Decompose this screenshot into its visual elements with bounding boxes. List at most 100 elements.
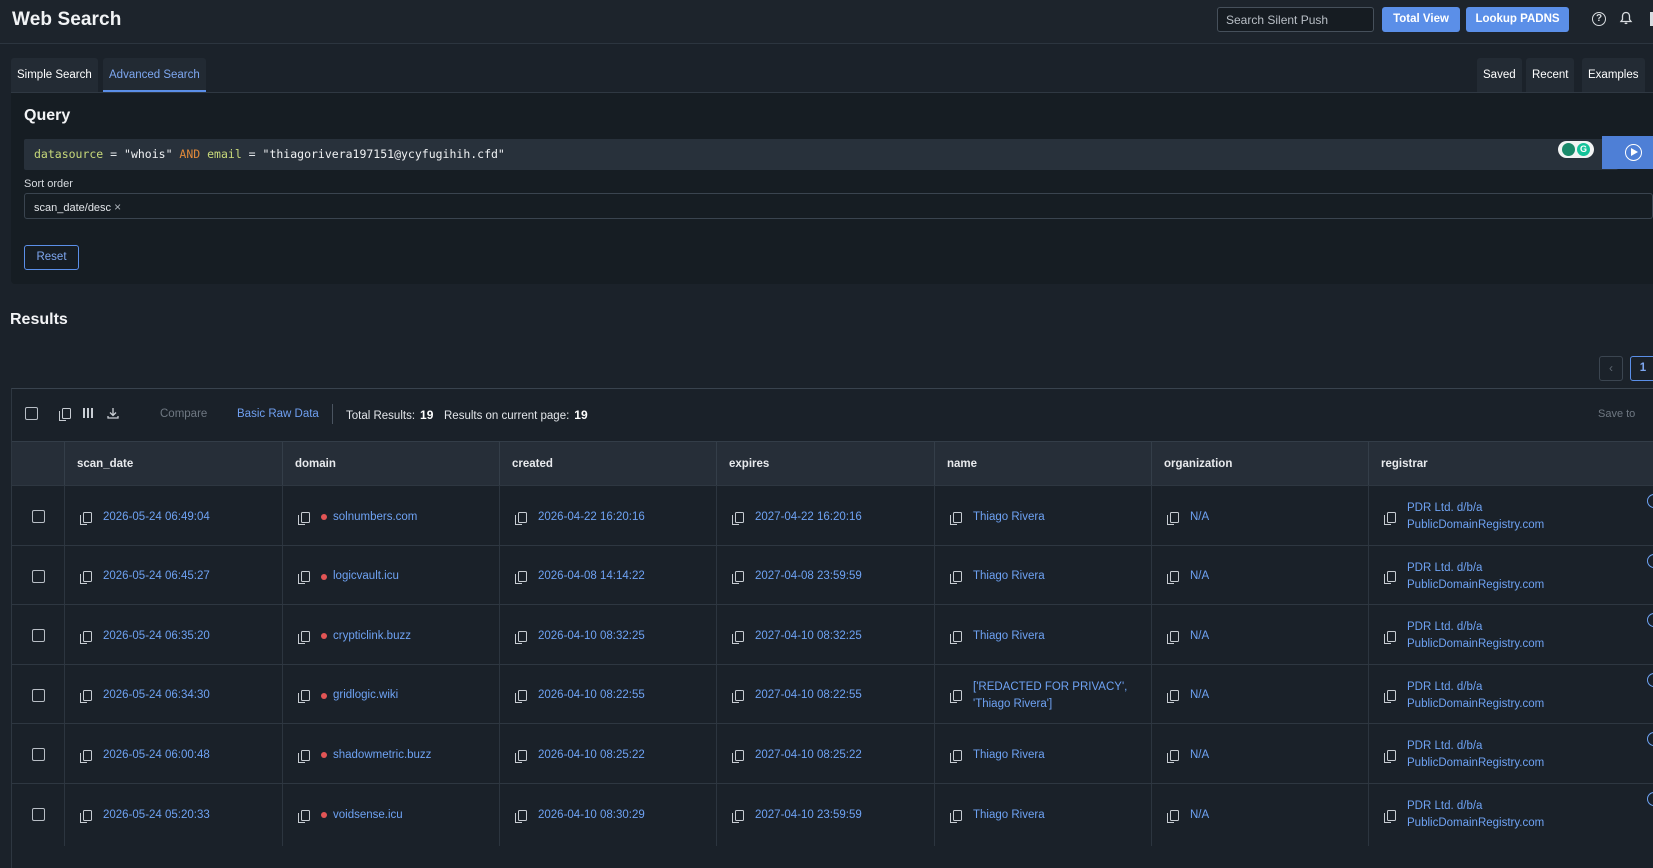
column-header-scan-date[interactable]: scan_date — [64, 442, 282, 486]
tab-examples[interactable]: Examples — [1582, 58, 1645, 92]
copy-icon[interactable] — [515, 690, 527, 704]
run-query-button[interactable] — [1602, 136, 1653, 169]
copy-icon[interactable] — [515, 571, 527, 585]
cell-value-organization[interactable]: N/A — [1190, 747, 1209, 764]
page-number-button[interactable]: 1 — [1630, 356, 1653, 381]
cell-value-created[interactable]: 2026-04-10 08:25:22 — [538, 747, 645, 764]
cell-value-scan-date[interactable]: 2026-05-24 06:49:04 — [103, 509, 210, 526]
total-view-button[interactable]: Total View — [1382, 7, 1460, 32]
cell-value-organization[interactable]: N/A — [1190, 628, 1209, 645]
cell-value-scan-date[interactable]: 2026-05-24 06:35:20 — [103, 628, 210, 645]
row-checkbox[interactable] — [32, 808, 45, 821]
select-all-checkbox[interactable] — [25, 407, 38, 420]
cell-value-registrar[interactable]: PDR Ltd. d/b/a PublicDomainRegistry.com — [1407, 679, 1544, 713]
copy-icon[interactable] — [80, 809, 92, 823]
cell-value-domain[interactable]: logicvault.icu — [333, 568, 399, 585]
tab-saved[interactable]: Saved — [1477, 58, 1522, 92]
tab-simple-search[interactable]: Simple Search — [11, 58, 98, 92]
copy-icon[interactable] — [950, 809, 962, 823]
copy-icon[interactable] — [1167, 690, 1179, 704]
copy-icon[interactable] — [80, 571, 92, 585]
cell-value-domain[interactable]: crypticlink.buzz — [333, 628, 411, 645]
cell-value-name[interactable]: Thiago Rivera — [973, 628, 1045, 645]
copy-icon[interactable] — [58, 407, 72, 421]
copy-icon[interactable] — [732, 809, 744, 823]
columns-icon[interactable] — [81, 407, 95, 421]
query-editor[interactable]: datasource = "whois" AND email = "thiago… — [24, 139, 1618, 170]
copy-icon[interactable] — [950, 571, 962, 585]
row-checkbox[interactable] — [32, 748, 45, 762]
download-icon[interactable] — [106, 407, 120, 421]
cell-value-expires[interactable]: 2027-04-22 16:20:16 — [755, 509, 862, 526]
close-icon[interactable]: × — [114, 200, 121, 214]
cell-value-scan-date[interactable]: 2026-05-24 06:45:27 — [103, 568, 210, 585]
cell-value-domain[interactable]: voidsense.icu — [333, 807, 403, 824]
cell-value-expires[interactable]: 2027-04-08 23:59:59 — [755, 568, 862, 585]
copy-icon[interactable] — [1384, 630, 1396, 644]
cell-value-created[interactable]: 2026-04-10 08:32:25 — [538, 628, 645, 645]
tab-recent[interactable]: Recent — [1526, 58, 1575, 92]
row-checkbox[interactable] — [32, 569, 45, 583]
tab-advanced-search[interactable]: Advanced Search — [103, 58, 206, 92]
copy-icon[interactable] — [1384, 809, 1396, 823]
copy-icon[interactable] — [515, 749, 527, 763]
copy-icon[interactable] — [298, 809, 310, 823]
copy-icon[interactable] — [298, 749, 310, 763]
copy-icon[interactable] — [80, 511, 92, 525]
cell-value-name[interactable]: ['REDACTED FOR PRIVACY', 'Thiago Rivera'] — [973, 679, 1127, 713]
cell-value-name[interactable]: Thiago Rivera — [973, 807, 1045, 824]
copy-icon[interactable] — [1384, 571, 1396, 585]
copy-icon[interactable] — [1167, 809, 1179, 823]
row-checkbox[interactable] — [32, 688, 45, 702]
cell-value-scan-date[interactable]: 2026-05-24 05:20:33 — [103, 807, 210, 824]
cell-value-registrar[interactable]: PDR Ltd. d/b/a PublicDomainRegistry.com — [1407, 798, 1544, 832]
copy-icon[interactable] — [515, 511, 527, 525]
cell-value-name[interactable]: Thiago Rivera — [973, 747, 1045, 764]
copy-icon[interactable] — [1167, 749, 1179, 763]
column-header-created[interactable]: created — [499, 442, 716, 486]
cell-value-created[interactable]: 2026-04-10 08:30:29 — [538, 807, 645, 824]
row-checkbox[interactable] — [32, 510, 45, 523]
cell-value-scan-date[interactable]: 2026-05-24 06:34:30 — [103, 687, 210, 704]
copy-icon[interactable] — [80, 690, 92, 704]
cell-value-registrar[interactable]: PDR Ltd. d/b/a PublicDomainRegistry.com — [1407, 500, 1544, 534]
column-header-expires[interactable]: expires — [716, 442, 934, 486]
compare-button[interactable]: Compare — [160, 408, 207, 420]
cell-value-scan-date[interactable]: 2026-05-24 06:00:48 — [103, 747, 210, 764]
copy-icon[interactable] — [80, 749, 92, 763]
sort-order-input[interactable]: scan_date/desc × — [24, 193, 1653, 219]
cell-value-registrar[interactable]: PDR Ltd. d/b/a PublicDomainRegistry.com — [1407, 738, 1544, 772]
row-action-icon[interactable] — [1647, 672, 1653, 687]
cell-value-created[interactable]: 2026-04-10 08:22:55 — [538, 687, 645, 704]
save-to-dropdown[interactable]: Save to — [1598, 408, 1635, 420]
column-header-name[interactable]: name — [934, 442, 1151, 486]
cell-value-expires[interactable]: 2027-04-10 23:59:59 — [755, 807, 862, 824]
copy-icon[interactable] — [1167, 511, 1179, 525]
cell-value-organization[interactable]: N/A — [1190, 687, 1209, 704]
copy-icon[interactable] — [515, 809, 527, 823]
copy-icon[interactable] — [1384, 511, 1396, 525]
copy-icon[interactable] — [515, 630, 527, 644]
cell-value-name[interactable]: Thiago Rivera — [973, 509, 1045, 526]
cell-value-created[interactable]: 2026-04-08 14:14:22 — [538, 568, 645, 585]
row-checkbox[interactable] — [32, 629, 45, 643]
basic-raw-data-button[interactable]: Basic Raw Data — [237, 408, 319, 420]
copy-icon[interactable] — [950, 749, 962, 763]
cell-value-expires[interactable]: 2027-04-10 08:32:25 — [755, 628, 862, 645]
copy-icon[interactable] — [950, 690, 962, 704]
copy-icon[interactable] — [80, 630, 92, 644]
grammarly-widget[interactable]: G — [1558, 141, 1594, 158]
reset-button[interactable]: Reset — [24, 245, 79, 270]
copy-icon[interactable] — [298, 571, 310, 585]
copy-icon[interactable] — [950, 511, 962, 525]
lookup-padns-button[interactable]: Lookup PADNS — [1466, 7, 1569, 32]
copy-icon[interactable] — [732, 630, 744, 644]
cell-value-registrar[interactable]: PDR Ltd. d/b/a PublicDomainRegistry.com — [1407, 560, 1544, 594]
cell-value-created[interactable]: 2026-04-22 16:20:16 — [538, 509, 645, 526]
cell-value-expires[interactable]: 2027-04-10 08:25:22 — [755, 747, 862, 764]
copy-icon[interactable] — [1167, 571, 1179, 585]
search-input[interactable] — [1217, 7, 1374, 32]
copy-icon[interactable] — [1167, 630, 1179, 644]
copy-icon[interactable] — [298, 511, 310, 525]
copy-icon[interactable] — [732, 690, 744, 704]
